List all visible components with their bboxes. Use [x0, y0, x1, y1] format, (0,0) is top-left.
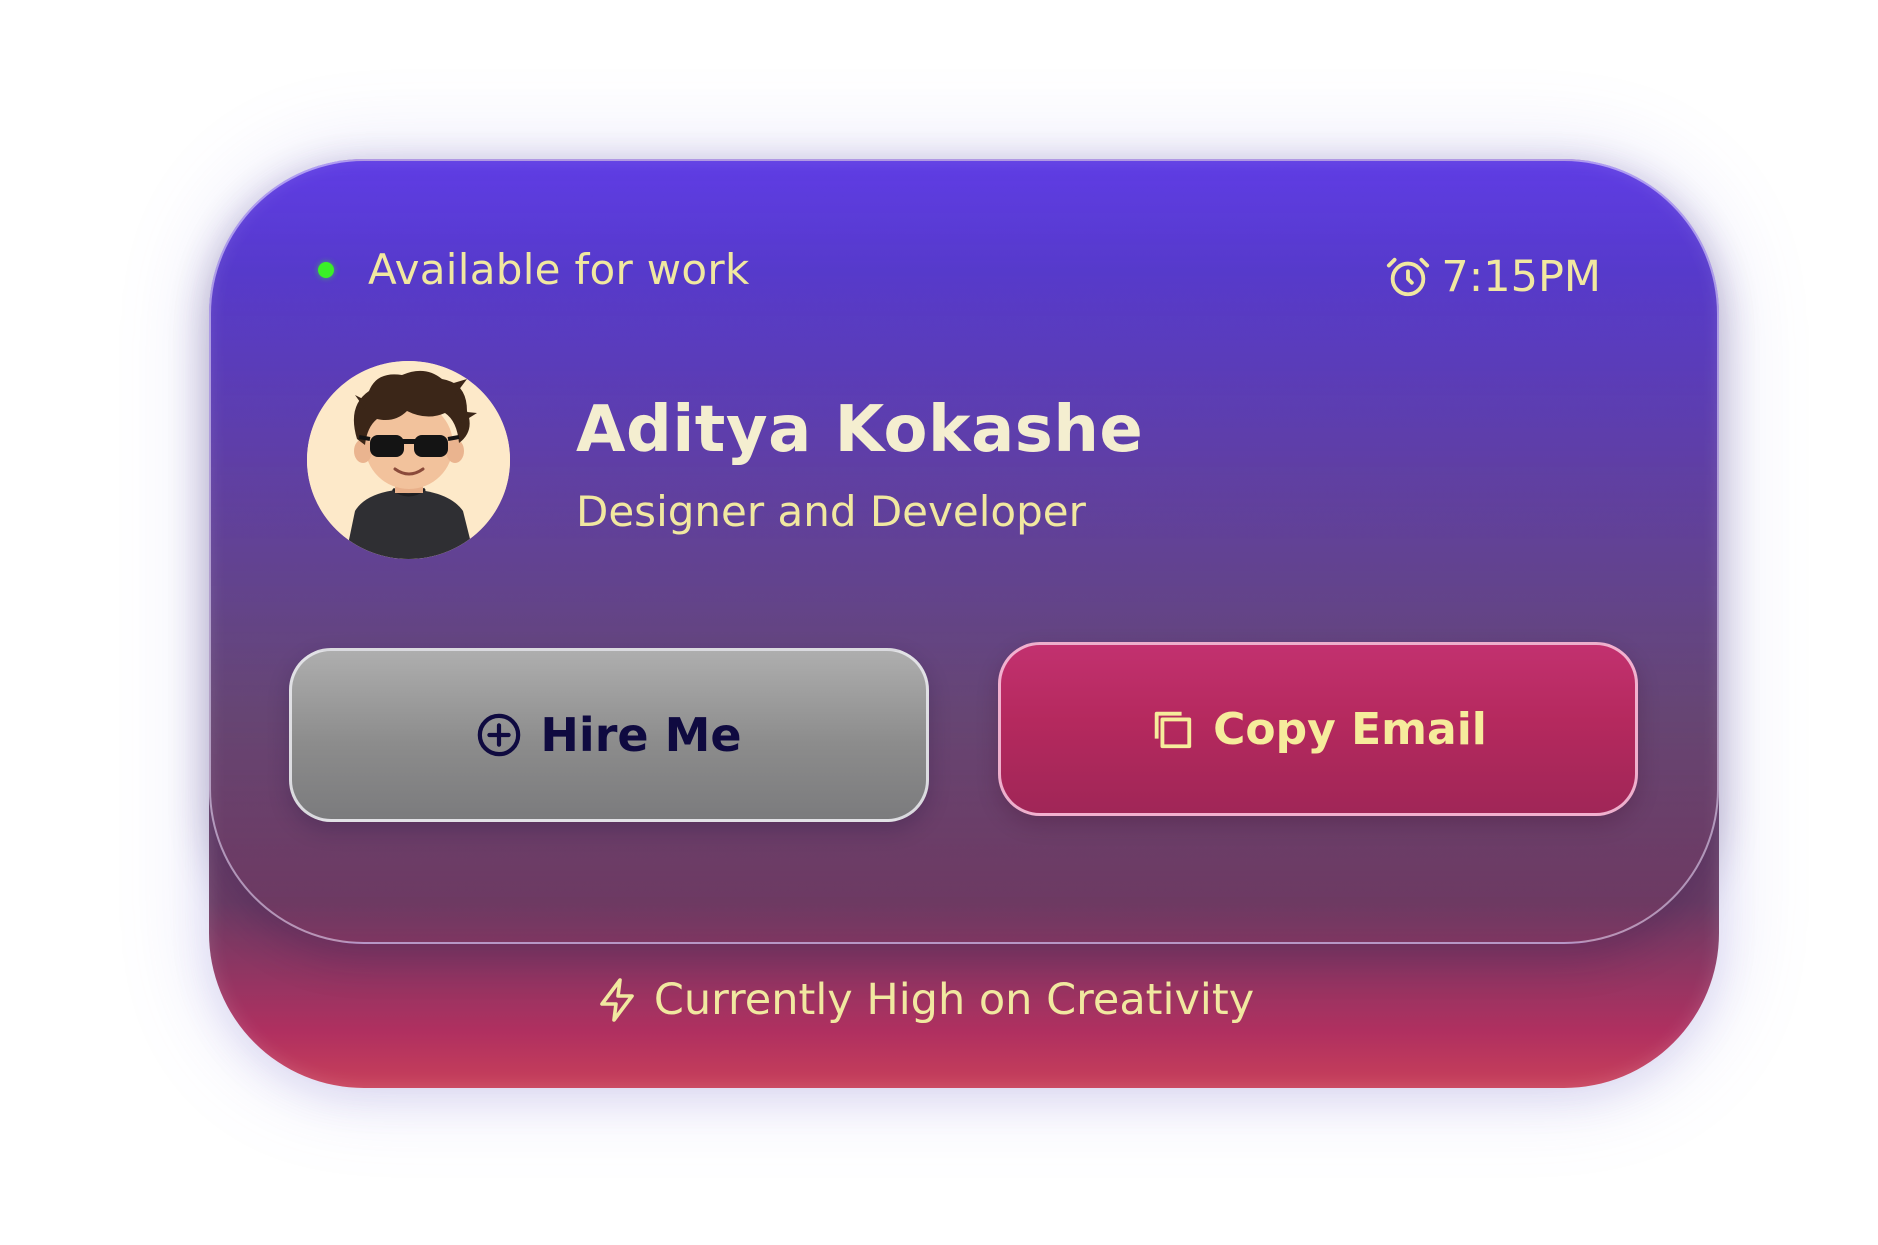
alarm-clock-icon [1387, 257, 1430, 297]
hire-me-button[interactable]: Hire Me [289, 648, 929, 822]
avatar-illustration [307, 361, 510, 559]
profile-name: Aditya Kokashe [576, 393, 1144, 467]
hire-me-label: Hire Me [540, 708, 742, 762]
creativity-status-content: Currently High on Creativity [594, 975, 1254, 1025]
copy-icon [1154, 711, 1192, 749]
creativity-status: Currently High on Creativity [0, 975, 1878, 1025]
creativity-label: Currently High on Creativity [653, 975, 1255, 1025]
lightning-icon [600, 978, 634, 1022]
avatar [307, 361, 510, 559]
local-time: 7:15PM [1385, 252, 1601, 302]
status-dot-icon [318, 261, 334, 278]
plus-circle-icon [478, 713, 521, 757]
copy-email-label: Copy Email [1213, 703, 1487, 755]
time-value: 7:15PM [1441, 252, 1601, 302]
availability-label: Available for work [368, 245, 750, 294]
availability-status: Available for work [318, 245, 750, 294]
copy-email-button[interactable]: Copy Email [998, 642, 1638, 816]
profile-role: Designer and Developer [576, 487, 1086, 536]
